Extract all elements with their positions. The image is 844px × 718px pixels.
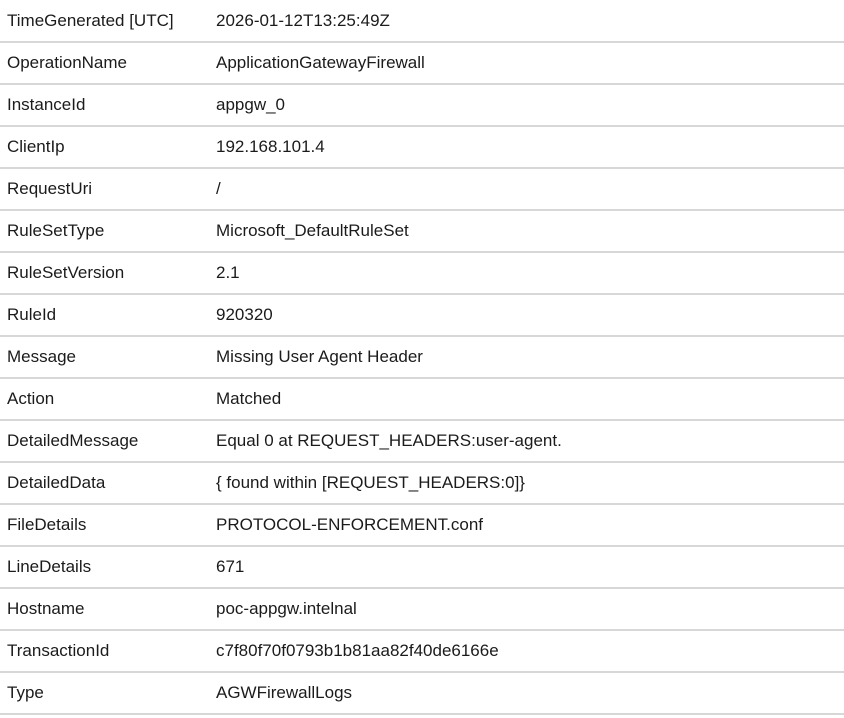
field-name: InstanceId bbox=[0, 83, 216, 126]
table-row: TransactionId c7f80f70f0793b1b81aa82f40d… bbox=[0, 629, 844, 672]
field-value: Matched bbox=[216, 377, 844, 420]
field-name: RequestUri bbox=[0, 167, 216, 210]
field-name: RuleId bbox=[0, 293, 216, 336]
table-row: LineDetails 671 bbox=[0, 545, 844, 588]
field-name: TimeGenerated [UTC] bbox=[7, 10, 174, 30]
field-value: Missing User Agent Header bbox=[216, 335, 844, 378]
field-value: 2.1 bbox=[216, 251, 844, 294]
field-value: poc-appgw.intelnal bbox=[216, 587, 844, 630]
field-name: OperationName bbox=[0, 41, 216, 84]
table-row: RuleSetVersion 2.1 bbox=[0, 251, 844, 294]
field-value: Microsoft_DefaultRuleSet bbox=[216, 209, 844, 252]
field-name: Action bbox=[0, 377, 216, 420]
field-name: TransactionId bbox=[0, 629, 216, 672]
field-value: PROTOCOL-ENFORCEMENT.conf bbox=[216, 503, 844, 546]
field-name: DetailedData bbox=[0, 461, 216, 504]
table-row: OperationName ApplicationGatewayFirewall bbox=[0, 41, 844, 84]
table-row: DetailedMessage Equal 0 at REQUEST_HEADE… bbox=[0, 419, 844, 462]
table-row: RuleId 920320 bbox=[0, 293, 844, 336]
field-value: 2026-01-12T13:25:49Z bbox=[216, 10, 390, 30]
field-name: RuleSetVersion bbox=[0, 251, 216, 294]
table-row: RequestUri / bbox=[0, 167, 844, 210]
field-value: appgw_0 bbox=[216, 83, 844, 126]
table-row: Message Missing User Agent Header bbox=[0, 335, 844, 378]
field-value: Equal 0 at REQUEST_HEADERS:user-agent. bbox=[216, 419, 844, 462]
table-row: InstanceId appgw_0 bbox=[0, 83, 844, 126]
field-value: { found within [REQUEST_HEADERS:0]} bbox=[216, 461, 844, 504]
field-name: Type bbox=[0, 671, 216, 715]
field-name: Hostname bbox=[0, 587, 216, 630]
log-record-details-table: TimeGenerated [UTC] 2026-01-12T13:25:49Z… bbox=[0, 0, 844, 715]
table-row: ClientIp 192.168.101.4 bbox=[0, 125, 844, 168]
field-value: 920320 bbox=[216, 293, 844, 336]
table-row: RuleSetType Microsoft_DefaultRuleSet bbox=[0, 209, 844, 252]
table-row: TimeGenerated [UTC] 2026-01-12T13:25:49Z bbox=[0, 0, 844, 42]
field-value: ApplicationGatewayFirewall bbox=[216, 41, 844, 84]
field-name: FileDetails bbox=[0, 503, 216, 546]
field-value: / bbox=[216, 167, 844, 210]
field-value: c7f80f70f0793b1b81aa82f40de6166e bbox=[216, 629, 844, 672]
field-name: LineDetails bbox=[0, 545, 216, 588]
field-value: 192.168.101.4 bbox=[216, 125, 844, 168]
field-name: Message bbox=[0, 335, 216, 378]
table-row: FileDetails PROTOCOL-ENFORCEMENT.conf bbox=[0, 503, 844, 546]
table-row: Type AGWFirewallLogs bbox=[0, 671, 844, 715]
field-value: 671 bbox=[216, 545, 844, 588]
field-value: AGWFirewallLogs bbox=[216, 671, 844, 715]
table-row: Hostname poc-appgw.intelnal bbox=[0, 587, 844, 630]
field-name: DetailedMessage bbox=[0, 419, 216, 462]
table-row: DetailedData { found within [REQUEST_HEA… bbox=[0, 461, 844, 504]
table-row: Action Matched bbox=[0, 377, 844, 420]
field-name: RuleSetType bbox=[0, 209, 216, 252]
field-name: ClientIp bbox=[0, 125, 216, 168]
